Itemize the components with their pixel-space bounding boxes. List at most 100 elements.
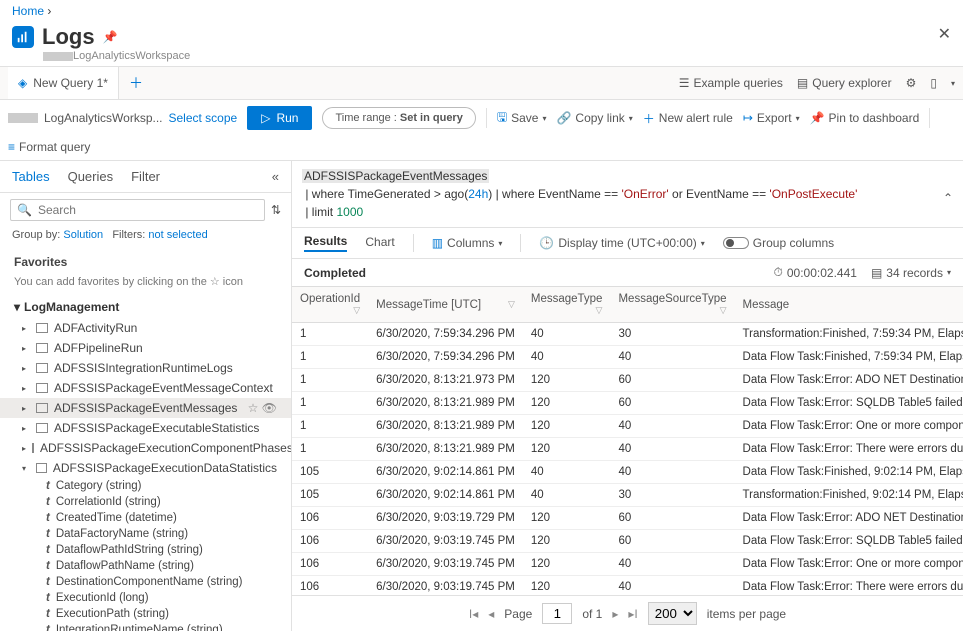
field-item[interactable]: tExecutionId (long) [0, 590, 291, 606]
filter-icon[interactable]: ▽ [596, 305, 603, 316]
columns-button[interactable]: ▥Columns▾ [432, 236, 503, 250]
caret-icon: ▸ [22, 344, 30, 353]
table-icon [36, 423, 48, 433]
group-columns-toggle[interactable]: Group columns [723, 236, 834, 250]
type-icon: t [46, 512, 50, 524]
logs-product-icon [12, 26, 34, 48]
table-icon [36, 383, 48, 393]
table-row[interactable]: 1066/30/2020, 9:03:19.745 PM12060Data Fl… [292, 530, 963, 553]
page-last-icon[interactable]: ▸I [628, 607, 637, 621]
page-next-icon[interactable]: ▸ [612, 607, 618, 621]
caret-icon: ▸ [22, 384, 30, 393]
table-item-adfssispackageexecutioncomponentphases[interactable]: ▸ADFSSISPackageExecutionComponentPhases [0, 438, 291, 458]
field-item[interactable]: tDataflowPathName (string) [0, 558, 291, 574]
query-tab-1[interactable]: ◈New Query 1* [8, 67, 119, 99]
add-tab-button[interactable]: ＋ [119, 73, 153, 93]
pin-icon[interactable]: 📌 [103, 30, 118, 44]
stopwatch-icon: ⏱ [773, 265, 782, 280]
scope-selector[interactable]: LogAnalyticsWorksp... Select scope [8, 111, 237, 125]
type-icon: t [46, 592, 50, 604]
field-item[interactable]: tDataFactoryName (string) [0, 526, 291, 542]
filters-link[interactable]: not selected [148, 229, 207, 241]
col-messagetype[interactable]: MessageType▽ [523, 287, 611, 323]
field-item[interactable]: tDestinationComponentName (string) [0, 574, 291, 590]
table-row[interactable]: 16/30/2020, 8:13:21.989 PM12060Data Flow… [292, 392, 963, 415]
table-row[interactable]: 1066/30/2020, 9:03:19.745 PM12040Data Fl… [292, 553, 963, 576]
table-row[interactable]: 16/30/2020, 8:13:21.989 PM12040Data Flow… [292, 438, 963, 461]
chart-tab[interactable]: Chart [365, 235, 394, 251]
field-item[interactable]: tCreatedTime (datetime) [0, 510, 291, 526]
query-status: Completed [304, 266, 366, 280]
example-queries-button[interactable]: ☰Example queries [679, 76, 783, 90]
field-item[interactable]: tCorrelationId (string) [0, 494, 291, 510]
filter-icon[interactable]: ▽ [353, 305, 360, 316]
display-time-button[interactable]: 🕒Display time (UTC+00:00)▾ [539, 236, 704, 250]
groupby-link[interactable]: Solution [63, 229, 103, 241]
table-item-adfactivityrun[interactable]: ▸ADFActivityRun [0, 318, 291, 338]
table-icon [36, 363, 48, 373]
table-icon [36, 463, 47, 473]
table-row[interactable]: 1056/30/2020, 9:02:14.861 PM4030Transfor… [292, 484, 963, 507]
table-row[interactable]: 1066/30/2020, 9:03:19.745 PM12040Data Fl… [292, 576, 963, 596]
table-item-adfssispackageexecutiondatastatistics[interactable]: ▾ADFSSISPackageExecutionDataStatistics [0, 458, 291, 478]
more-icon[interactable]: ▾ [951, 79, 955, 88]
table-item-adfpipelinerun[interactable]: ▸ADFPipelineRun [0, 338, 291, 358]
col-messagetime[interactable]: MessageTime [UTC]▽ [368, 287, 523, 323]
export-button[interactable]: ↦Export▾ [743, 111, 800, 125]
close-icon[interactable]: ✕ [938, 24, 951, 44]
filter-icon[interactable]: ▽ [720, 305, 727, 316]
table-item-adfssispackageexecutablestatistics[interactable]: ▸ADFSSISPackageExecutableStatistics [0, 418, 291, 438]
query-editor[interactable]: ADFSSISPackageEventMessages | where Time… [292, 161, 963, 228]
queries-tab[interactable]: Queries [68, 169, 114, 184]
settings-icon[interactable]: ⚙ [906, 76, 917, 90]
filter-toggle-icon[interactable]: ⇅ [271, 199, 281, 221]
table-item-adfssispackageeventmessagecontext[interactable]: ▸ADFSSISPackageEventMessageContext [0, 378, 291, 398]
search-input-wrapper: 🔍 [10, 199, 265, 221]
tables-tab[interactable]: Tables [12, 169, 50, 184]
page-first-icon[interactable]: I◂ [469, 607, 478, 621]
field-item[interactable]: tCategory (string) [0, 478, 291, 494]
query-explorer-button[interactable]: ▤Query explorer [797, 76, 892, 90]
col-message[interactable]: Message▽ [735, 287, 963, 323]
col-operationid[interactable]: OperationId▽ [292, 287, 368, 323]
page-size-select[interactable]: 200 [648, 602, 697, 625]
table-row[interactable]: 1066/30/2020, 9:03:19.729 PM12060Data Fl… [292, 507, 963, 530]
time-range-pill[interactable]: Time range : Set in query [322, 107, 475, 129]
run-button[interactable]: ▷Run [247, 106, 312, 130]
field-item[interactable]: tExecutionPath (string) [0, 606, 291, 622]
page-prev-icon[interactable]: ◂ [488, 607, 494, 621]
caret-icon: ▸ [22, 424, 30, 433]
panel-icon[interactable]: ▯ [930, 76, 937, 90]
format-query-button[interactable]: ≡Format query [8, 140, 90, 154]
field-item[interactable]: tIntegrationRuntimeName (string) [0, 622, 291, 631]
table-row[interactable]: 1056/30/2020, 9:02:14.861 PM4040Data Flo… [292, 461, 963, 484]
save-button[interactable]: 🖫Save▾ [497, 108, 547, 129]
table-row[interactable]: 16/30/2020, 7:59:34.296 PM4040Data Flow … [292, 346, 963, 369]
field-item[interactable]: tDataflowPathIdString (string) [0, 542, 291, 558]
search-input[interactable] [38, 203, 258, 217]
breadcrumb-home[interactable]: Home [12, 4, 44, 18]
new-alert-button[interactable]: ＋New alert rule [643, 110, 733, 127]
star-icon[interactable]: ☆ 👁 [248, 401, 277, 415]
explorer-icon: ▤ [797, 76, 808, 90]
format-icon: ≡ [8, 140, 15, 154]
page-input[interactable] [542, 603, 572, 624]
results-tab[interactable]: Results [304, 234, 347, 252]
table-icon [32, 443, 34, 453]
pin-dashboard-button[interactable]: 📌Pin to dashboard [810, 111, 920, 125]
table-row[interactable]: 16/30/2020, 8:13:21.989 PM12040Data Flow… [292, 415, 963, 438]
collapse-left-icon[interactable]: « [272, 169, 279, 184]
groupby-row: Group by: Solution Filters: not selected [0, 227, 291, 247]
copy-link-button[interactable]: 🔗Copy link▾ [556, 111, 632, 125]
expand-query-icon[interactable]: ⌃ [943, 189, 953, 207]
favorites-hint: You can add favorites by clicking on the… [0, 273, 291, 296]
filter-tab[interactable]: Filter [131, 169, 160, 184]
table-item-adfssispackageeventmessages[interactable]: ▸ADFSSISPackageEventMessages☆ 👁 [0, 398, 291, 418]
filter-icon[interactable]: ▽ [508, 299, 515, 310]
logmanagement-group[interactable]: ▾LogManagement [0, 296, 291, 318]
table-row[interactable]: 16/30/2020, 8:13:21.973 PM12060Data Flow… [292, 369, 963, 392]
table-row[interactable]: 16/30/2020, 7:59:34.296 PM4030Transforma… [292, 323, 963, 346]
caret-icon: ▸ [22, 324, 30, 333]
table-item-adfssisintegrationruntimelogs[interactable]: ▸ADFSSISIntegrationRuntimeLogs [0, 358, 291, 378]
col-messagesourcetype[interactable]: MessageSourceType▽ [610, 287, 734, 323]
